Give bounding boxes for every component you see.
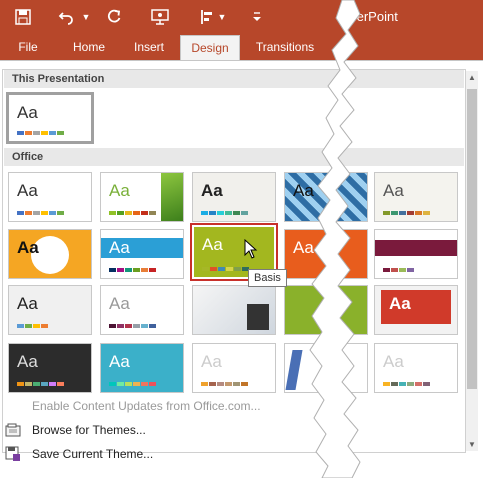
- torn-edge-overlay: [309, 0, 361, 478]
